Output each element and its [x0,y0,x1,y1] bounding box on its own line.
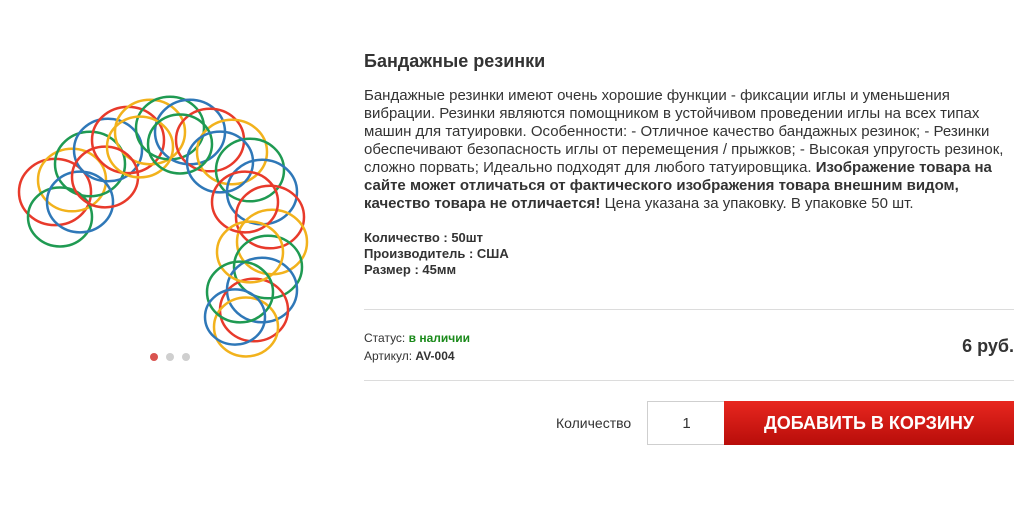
rubber-bands-image [17,95,309,358]
product-gallery[interactable] [10,52,330,372]
product-description: Бандажные резинки имеют очень хорошие фу… [364,87,1014,213]
product-title: Бандажные резинки [364,51,546,71]
property-row: Количество : 50шт [364,230,483,245]
description-tail: Цена указана за упаковку. В упаковке 50 … [600,195,914,212]
sku-line: Артикул: AV-004 [364,349,455,363]
stock-status-badge: в наличии [408,331,470,345]
gallery-dot-3[interactable] [182,353,190,361]
quantity-label: Количество [556,415,632,431]
divider [364,309,1014,310]
rubber-band-ring [215,220,285,284]
add-to-cart-button[interactable]: ДОБАВИТЬ В КОРЗИНУ [724,401,1014,445]
rubber-band-ring [205,260,275,324]
property-row: Производитель : США [364,246,509,261]
gallery-pagination [150,353,200,361]
rubber-band-ring [26,186,94,248]
status-line: Статус: в наличии [364,331,470,345]
product-meta: Статус: в наличии Артикул: AV-004 [364,329,470,365]
gallery-dot-1[interactable] [150,353,158,361]
gallery-dot-2[interactable] [166,353,174,361]
product-properties: Количество : 50шт Производитель : США Ра… [364,230,1014,278]
sku-value: AV-004 [415,349,455,363]
divider [364,380,1014,381]
rubber-band-ring [232,234,304,300]
product-price: 6 руб. [962,336,1014,356]
rubber-band-ring [45,170,115,234]
property-row: Размер : 45мм [364,262,457,277]
quantity-input[interactable] [647,401,725,445]
product-info: Бандажные резинки Бандажные резинки имею… [364,50,1014,278]
